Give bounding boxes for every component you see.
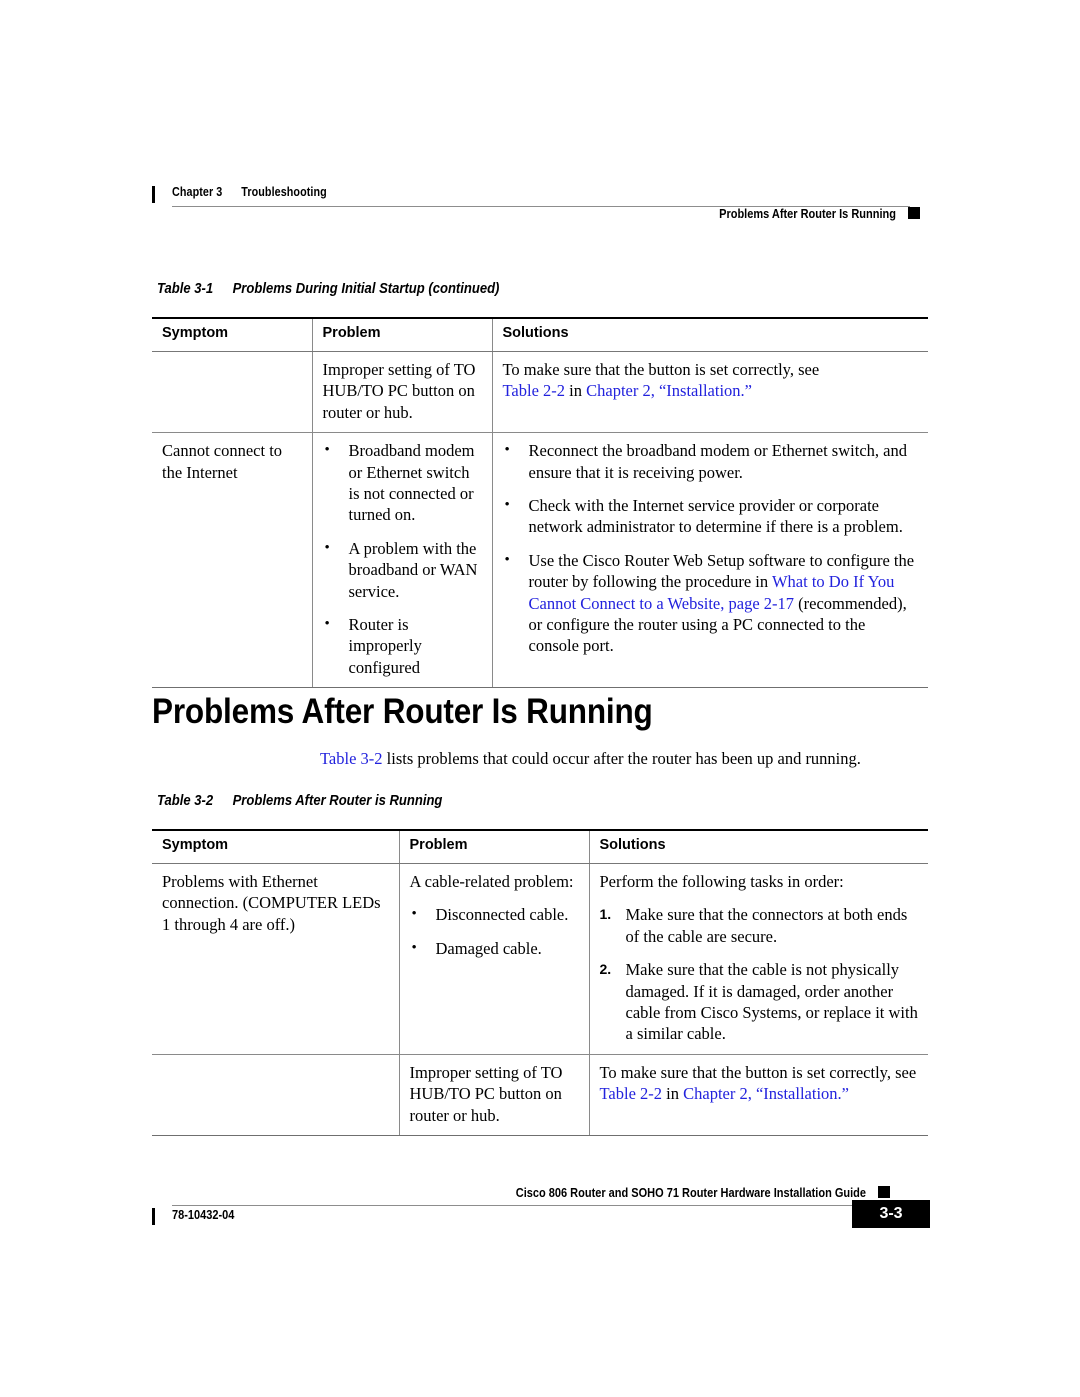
table2-r2-problem: Improper setting of TO HUB/TO PC button … <box>398 1054 589 1137</box>
list-item: 2. Make sure that the cable is not physic… <box>599 960 918 1044</box>
step-number: 1. <box>599 906 612 923</box>
list-item: • Use the Cisco Router Web Setup software… <box>503 550 919 657</box>
list-item: 1. Make sure that the connectors at both … <box>599 905 908 946</box>
table1-r1-symptom <box>152 351 312 434</box>
step-number: 2. <box>599 961 612 978</box>
footer-rule <box>172 1205 914 1206</box>
table1-caption: Table 3-1 Problems During Initial Startup… <box>157 281 499 297</box>
page-footer: Cisco 806 Router and SOHO 71 Router Hard… <box>152 1186 930 1232</box>
table2-caption-title: Problems After Router is Running <box>232 793 443 809</box>
list-item: • A problem with the broadband or WAN ser… <box>324 538 478 601</box>
table1-r2-problem: • Broadband modem or Ethernet switch is n… <box>311 432 492 689</box>
header-square-marker <box>908 207 920 219</box>
table2-r2-link-table22[interactable]: Table 2-2 <box>600 1084 663 1103</box>
bullet-icon: • <box>324 442 330 459</box>
section-intro: Table 3-2 lists problems that could occu… <box>320 748 932 769</box>
intro-text: lists problems that could occur after th… <box>382 749 861 768</box>
header-chapter: Chapter 3 Troubleshooting <box>172 185 327 199</box>
footer-page-number: 3-3 <box>852 1200 930 1228</box>
table1-col-solutions: Solutions <box>491 317 928 352</box>
list-item: • Router is improperly configured <box>324 615 422 677</box>
table1-r2-problem-list: • Broadband modem or Ethernet switch is n… <box>323 440 482 678</box>
table1-r2-solution-list: • Reconnect the broadband modem or Ethern… <box>503 440 919 657</box>
table-problems-during-initial-startup: Symptom Problem Solutions Improper setti… <box>152 317 928 689</box>
table1-caption-title: Problems During Initial Startup (continu… <box>232 281 500 297</box>
table2-r2-problem-text: Improper setting of TO HUB/TO PC button … <box>409 1062 563 1125</box>
intro-link-table32[interactable]: Table 3-2 <box>320 749 383 768</box>
footer-document-id: 78-10432-04 <box>172 1208 235 1222</box>
table-row: Improper setting of TO HUB/TO PC button … <box>152 1054 928 1137</box>
table2-r2-solution-pre: To make sure that the button is set corr… <box>599 1062 917 1082</box>
header-chapter-title: Troubleshooting <box>241 185 327 199</box>
table1-r1-solution-lead: To make sure that the button is set corr… <box>502 360 820 379</box>
list-item: • Disconnected cable. <box>411 905 569 925</box>
table1-r1-link-table22[interactable]: Table 2-2 <box>503 381 566 400</box>
bullet-icon: • <box>324 616 330 633</box>
table1-r1-link-chapter2[interactable]: Chapter 2, “Installation.” <box>586 381 752 400</box>
table1-r1-solution-mid: in <box>565 381 587 401</box>
running-header: Chapter 3 Troubleshooting Problems After … <box>152 183 928 229</box>
table1-r2-solution: • Reconnect the broadband modem or Ethern… <box>491 432 928 689</box>
table2-col-symptom: Symptom <box>152 829 399 864</box>
table2-r1-problem-lead: A cable-related problem: <box>409 872 574 891</box>
table1-r1-problem: Improper setting of TO HUB/TO PC button … <box>311 351 492 434</box>
table1-header-row: Symptom Problem Solutions <box>152 317 928 352</box>
table2-r1-solution-steps: 1. Make sure that the connectors at both … <box>600 904 919 1044</box>
header-tick-mark <box>152 186 155 203</box>
table-row: Problems with Ethernet connection. (COMP… <box>152 863 928 1055</box>
table-problems-after-router-running: Symptom Problem Solutions Problems with … <box>152 829 928 1137</box>
bullet-icon: • <box>504 551 510 568</box>
bullet-icon: • <box>324 539 330 556</box>
list-item: • Reconnect the broadband modem or Ethern… <box>504 441 907 482</box>
table2-col-problem: Problem <box>398 829 589 864</box>
table1-caption-number: Table 3-1 <box>157 281 214 297</box>
table2-header-row: Symptom Problem Solutions <box>152 829 928 864</box>
table2-r1-problem-list: • Disconnected cable. • Damaged cable. <box>410 904 579 959</box>
table-row: Cannot connect to the Internet • Broadban… <box>152 432 928 689</box>
document-page: Chapter 3 Troubleshooting Problems After … <box>0 0 1080 1397</box>
header-section-title: Problems After Router Is Running <box>719 207 896 221</box>
table2-caption-number: Table 3-2 <box>157 793 214 809</box>
table2-caption: Table 3-2 Problems After Router is Runnin… <box>157 793 442 809</box>
table2-r2-symptom <box>152 1054 399 1137</box>
table1-r1-problem-text: Improper setting of TO HUB/TO PC button … <box>322 360 476 422</box>
footer-document-title: Cisco 806 Router and SOHO 71 Router Hard… <box>515 1186 866 1200</box>
bullet-icon: • <box>411 939 417 956</box>
table2-r2-link-chapter2[interactable]: Chapter 2, “Installation.” <box>683 1084 849 1103</box>
list-item: • Broadband modem or Ethernet switch is n… <box>324 441 475 525</box>
bullet-icon: • <box>504 497 510 514</box>
table1-r2-symptom: Cannot connect to the Internet <box>152 432 312 689</box>
table2-r1-symptom: Problems with Ethernet connection. (COMP… <box>152 863 399 1055</box>
table2-r2-solution-mid: in <box>662 1084 684 1104</box>
table2-r1-solution-lead: Perform the following tasks in order: <box>599 872 844 891</box>
table-row: Improper setting of TO HUB/TO PC button … <box>152 351 928 434</box>
table2-r2-solution: To make sure that the button is set corr… <box>588 1054 928 1137</box>
list-item: • Damaged cable. <box>411 938 542 958</box>
page-title: Problems After Router Is Running <box>152 692 653 731</box>
table2-col-solutions: Solutions <box>588 829 928 864</box>
table1-col-symptom: Symptom <box>152 317 312 352</box>
footer-tick-mark <box>152 1208 155 1225</box>
bullet-icon: • <box>504 442 510 459</box>
header-chapter-number: Chapter 3 <box>172 185 223 199</box>
footer-square-marker <box>878 1186 890 1198</box>
list-item: • Check with the Internet service provide… <box>504 496 903 537</box>
table1-r1-solution: To make sure that the button is set corr… <box>491 351 928 434</box>
table1-col-problem: Problem <box>311 317 492 352</box>
table2-r1-solution: Perform the following tasks in order: 1.… <box>588 863 928 1055</box>
bullet-icon: • <box>411 906 417 923</box>
table2-r1-problem: A cable-related problem: • Disconnected c… <box>398 863 589 1055</box>
